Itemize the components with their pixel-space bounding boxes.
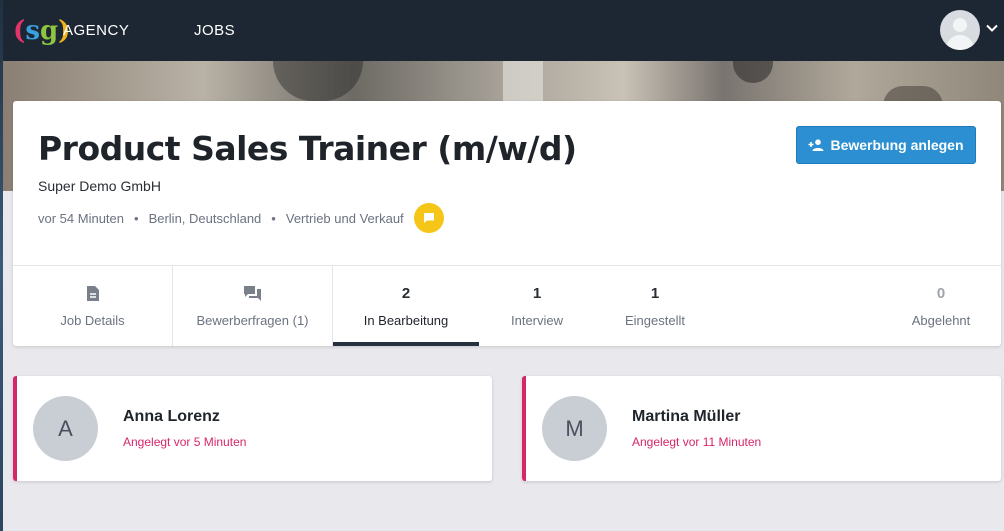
tab-in-progress[interactable]: 2 In Bearbeitung [333, 266, 479, 346]
chat-icon[interactable] [413, 203, 444, 233]
posted-time: vor 54 Minuten [38, 210, 124, 226]
tab-count: 1 [650, 284, 660, 302]
candidate-avatar: A [33, 396, 98, 461]
tab-count: 0 [936, 284, 946, 302]
nav-jobs[interactable]: JOBS [194, 22, 235, 39]
candidate-created-time: Angelegt vor 5 Minuten [123, 435, 247, 449]
job-card: Product Sales Trainer (m/w/d) Super Demo… [13, 101, 1001, 346]
meta-separator: • [134, 210, 139, 226]
nav-agency[interactable]: AGENCY [63, 22, 129, 39]
tab-hired[interactable]: 1 Eingestellt [595, 266, 715, 346]
tab-label: In Bearbeitung [363, 312, 449, 328]
tab-label: Eingestellt [625, 312, 685, 328]
tab-label: Interview [510, 312, 564, 328]
tab-interview[interactable]: 1 Interview [479, 266, 595, 346]
tab-applicant-questions[interactable]: Bewerberfragen (1) [173, 266, 333, 346]
tab-label: Abgelehnt [911, 312, 971, 328]
candidate-name: Martina Müller [632, 408, 741, 425]
candidate-created-time: Angelegt vor 11 Minuten [632, 435, 762, 449]
chevron-down-icon[interactable] [986, 22, 998, 34]
tab-count: 2 [401, 284, 411, 302]
top-navigation: (s g) AGENCY JOBS [3, 0, 1004, 61]
candidate-card[interactable]: A Anna Lorenz Angelegt vor 5 Minuten [13, 376, 492, 481]
job-location: Berlin, Deutschland [148, 210, 262, 226]
company-name: Super Demo GmbH [38, 178, 161, 194]
job-title: Product Sales Trainer (m/w/d) [38, 129, 577, 168]
tab-label: Bewerberfragen (1) [196, 312, 309, 328]
tab-job-details[interactable]: Job Details [13, 266, 173, 346]
create-application-label: Bewerbung anlegen [830, 137, 964, 153]
logo[interactable]: (s g) [13, 14, 70, 48]
job-meta: vor 54 Minuten • Berlin, Deutschland • V… [38, 203, 444, 233]
tab-count: 1 [532, 284, 542, 302]
candidate-card[interactable]: M Martina Müller Angelegt vor 11 Minuten [522, 376, 1001, 481]
meta-separator: • [271, 210, 276, 226]
user-avatar[interactable] [940, 10, 980, 50]
tab-label: Job Details [60, 312, 125, 328]
create-application-button[interactable]: Bewerbung anlegen [796, 126, 976, 164]
add-person-icon [808, 139, 824, 151]
tab-rejected[interactable]: 0 Abgelehnt [891, 266, 991, 346]
chat-bubbles-icon [244, 286, 261, 301]
candidate-avatar: M [542, 396, 607, 461]
document-icon [86, 286, 99, 301]
job-category: Vertrieb und Verkauf [285, 210, 404, 226]
candidate-name: Anna Lorenz [123, 408, 220, 425]
job-tabs: Job Details Bewerberfragen (1) 2 In Bear… [13, 266, 1001, 346]
